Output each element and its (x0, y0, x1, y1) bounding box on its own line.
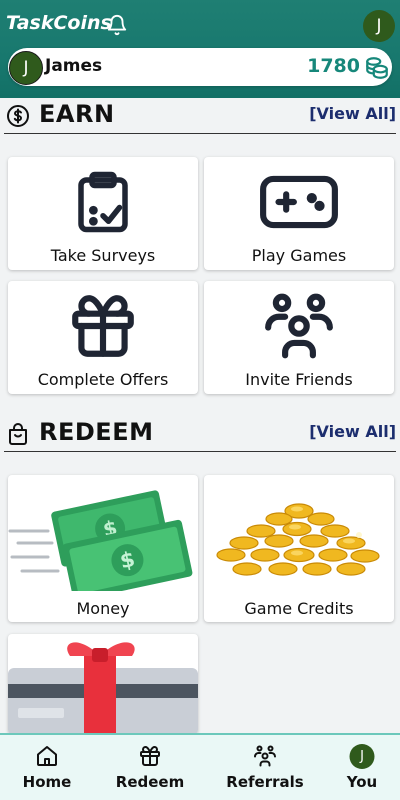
app-header: TaskCoins J J James 1780 (0, 0, 400, 98)
game-credits-card[interactable]: Game Credits (204, 475, 394, 622)
gold-coins-image (216, 503, 380, 576)
gift-icon (140, 746, 160, 766)
gift-card-image (8, 642, 198, 734)
money-card[interactable]: $ $ Money (8, 475, 198, 622)
coin-balance: 1780 (307, 55, 360, 77)
earn-view-all-link[interactable]: [View All] (309, 104, 396, 123)
users-icon (254, 745, 276, 767)
card-label: Game Credits (244, 599, 354, 618)
card-label: Take Surveys (50, 246, 156, 265)
nav-label: You (346, 773, 378, 791)
redeem-view-all-link[interactable]: [View All] (309, 422, 396, 441)
redeem-title: REDEEM (39, 418, 154, 446)
card-label: Money (76, 599, 130, 618)
clipboard-check-icon (78, 171, 128, 233)
gift-card-card[interactable] (8, 634, 198, 734)
nav-item-referrals[interactable]: Referrals (226, 735, 304, 800)
take-surveys-card[interactable]: Take Surveys (8, 157, 198, 270)
complete-offers-card[interactable]: Complete Offers (8, 281, 198, 394)
profile-avatar[interactable]: J (363, 10, 395, 42)
bottom-nav: Home Redeem Referrals J You (0, 733, 400, 800)
earn-title: EARN (39, 100, 115, 128)
app-title: TaskCoins (6, 12, 112, 34)
earn-section-header: EARN [View All] (4, 98, 396, 134)
home-icon (37, 746, 57, 766)
nav-label: Referrals (226, 773, 304, 791)
redeem-section-header: REDEEM [View All] (4, 416, 396, 452)
user-avatar[interactable]: J (9, 51, 43, 85)
users-icon (265, 293, 333, 359)
nav-item-redeem[interactable]: Redeem (114, 735, 186, 800)
nav-label: Redeem (115, 773, 185, 791)
invite-friends-card[interactable]: Invite Friends (204, 281, 394, 394)
play-games-card[interactable]: Play Games (204, 157, 394, 270)
shopping-bag-icon (9, 423, 27, 445)
coins-icon (366, 57, 388, 79)
nav-avatar: J (349, 744, 375, 769)
card-label: Invite Friends (245, 370, 353, 389)
user-name: James (45, 56, 103, 76)
user-balance-bar: J James 1780 (8, 48, 392, 86)
bell-icon[interactable] (106, 13, 128, 37)
card-label: Complete Offers (37, 370, 169, 389)
gift-icon (72, 295, 134, 357)
card-label: Play Games (251, 246, 347, 265)
nav-item-home[interactable]: Home (14, 735, 80, 800)
nav-label: Home (22, 773, 72, 791)
nav-item-you[interactable]: J You (338, 735, 386, 800)
cash-bills-image: $ $ (8, 490, 193, 591)
dollar-circle-icon (7, 105, 29, 127)
gamepad-icon (260, 175, 338, 229)
